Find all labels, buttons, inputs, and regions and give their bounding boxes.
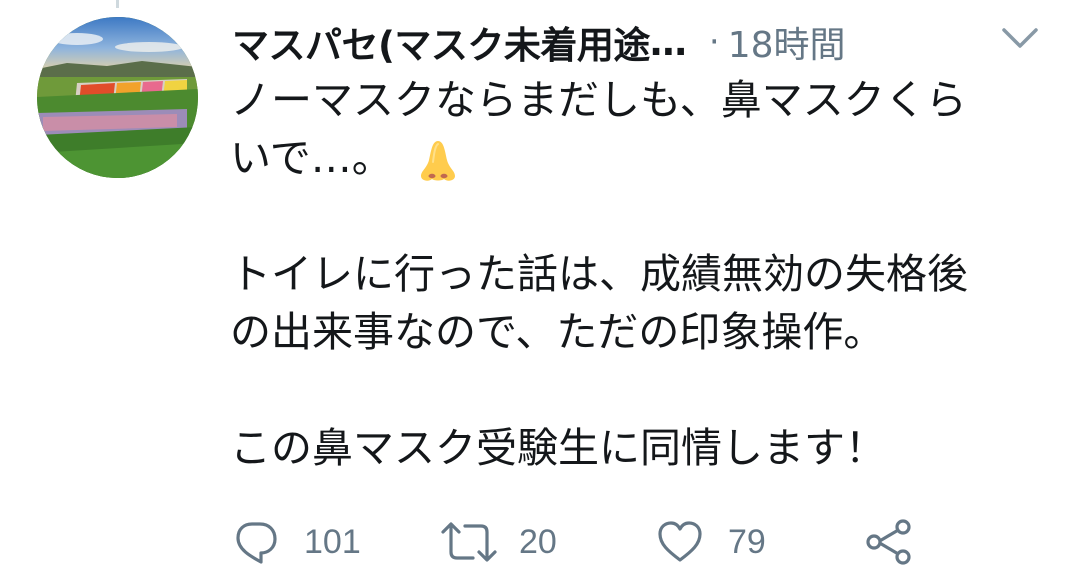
share-icon [866, 519, 911, 565]
thread-line [116, 0, 119, 8]
name-ellipsis: … [649, 20, 687, 64]
reply-button[interactable]: 101 [232, 514, 361, 570]
avatar[interactable] [37, 17, 198, 178]
text-line: ノーマスクならまだしも、鼻マスクくら [230, 76, 967, 124]
text-line-with-emoji: いで…。 [230, 129, 1050, 187]
timestamp[interactable]: 18時間 [728, 16, 846, 68]
reply-icon [236, 522, 277, 564]
retweet-button[interactable]: 20 [439, 514, 557, 570]
chevron-down-icon[interactable] [1000, 24, 1040, 54]
separator-dot: · [708, 22, 720, 62]
nose-emoji-icon [415, 138, 461, 184]
heart-icon [658, 521, 702, 562]
share-button[interactable] [864, 514, 914, 570]
text-line: トイレに行った話は、成績無効の失格後 [230, 250, 968, 298]
tweet-text: ノーマスクならまだしも、鼻マスクくら いで…。 トイレに行った話は、成績無効の失… [230, 71, 1050, 477]
action-bar: 101 20 79 [232, 514, 932, 570]
retweet-count: 20 [519, 522, 557, 561]
text-line: いで…。 [230, 134, 393, 182]
retweet-icon [441, 522, 497, 562]
tweet[interactable]: マスパセ(マスク未着用途 … · 18時間 ノーマスクならまだしも、鼻マスクくら… [0, 0, 1080, 578]
reply-count: 101 [304, 522, 361, 561]
flower-field-avatar-image [37, 17, 198, 178]
like-count: 79 [728, 522, 766, 561]
like-button[interactable]: 79 [656, 514, 766, 570]
tweet-header: マスパセ(マスク未着用途 … · 18時間 [232, 14, 1052, 70]
text-line: この鼻マスク受験生に同情します！ [230, 424, 886, 472]
display-name[interactable]: マスパセ(マスク未着用途 [232, 15, 650, 69]
text-line: の出来事なので、ただの印象操作。 [230, 308, 885, 356]
